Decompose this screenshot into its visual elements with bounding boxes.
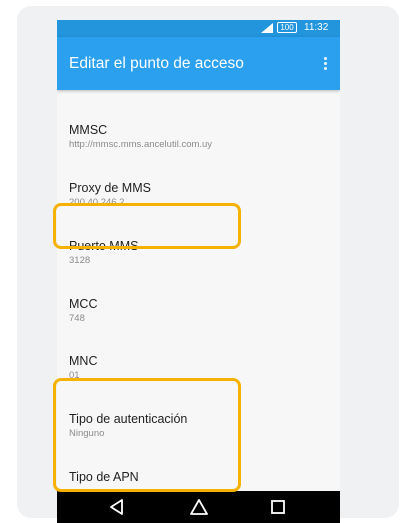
setting-label: MCC	[69, 297, 98, 311]
highlight-box-mms-port	[53, 203, 241, 249]
signal-icon	[261, 23, 273, 33]
setting-value: 3128	[69, 255, 91, 266]
highlight-box-auth-apn	[53, 378, 241, 492]
clock: 11:32	[304, 22, 329, 33]
setting-mmsc[interactable]: MMSC http://mmsc.mms.ancelutil.com.uy	[69, 123, 329, 151]
navigation-bar	[57, 491, 340, 523]
setting-mcc[interactable]: MCC 748	[69, 297, 329, 325]
setting-label: MNC	[69, 354, 98, 368]
battery-icon: 100	[277, 22, 297, 33]
app-bar: Editar el punto de acceso	[57, 37, 340, 90]
setting-label: MMSC	[69, 123, 108, 137]
setting-value: 748	[69, 313, 85, 324]
battery-level: 100	[280, 23, 294, 32]
status-bar: 100 11:32	[57, 20, 340, 37]
page-title: Editar el punto de acceso	[69, 55, 244, 72]
more-vert-icon[interactable]	[318, 51, 332, 75]
back-icon[interactable]	[106, 496, 128, 518]
recents-icon[interactable]	[267, 496, 289, 518]
setting-value: http://mmsc.mms.ancelutil.com.uy	[69, 139, 213, 150]
home-icon[interactable]	[188, 496, 210, 518]
setting-label: Proxy de MMS	[69, 181, 151, 195]
